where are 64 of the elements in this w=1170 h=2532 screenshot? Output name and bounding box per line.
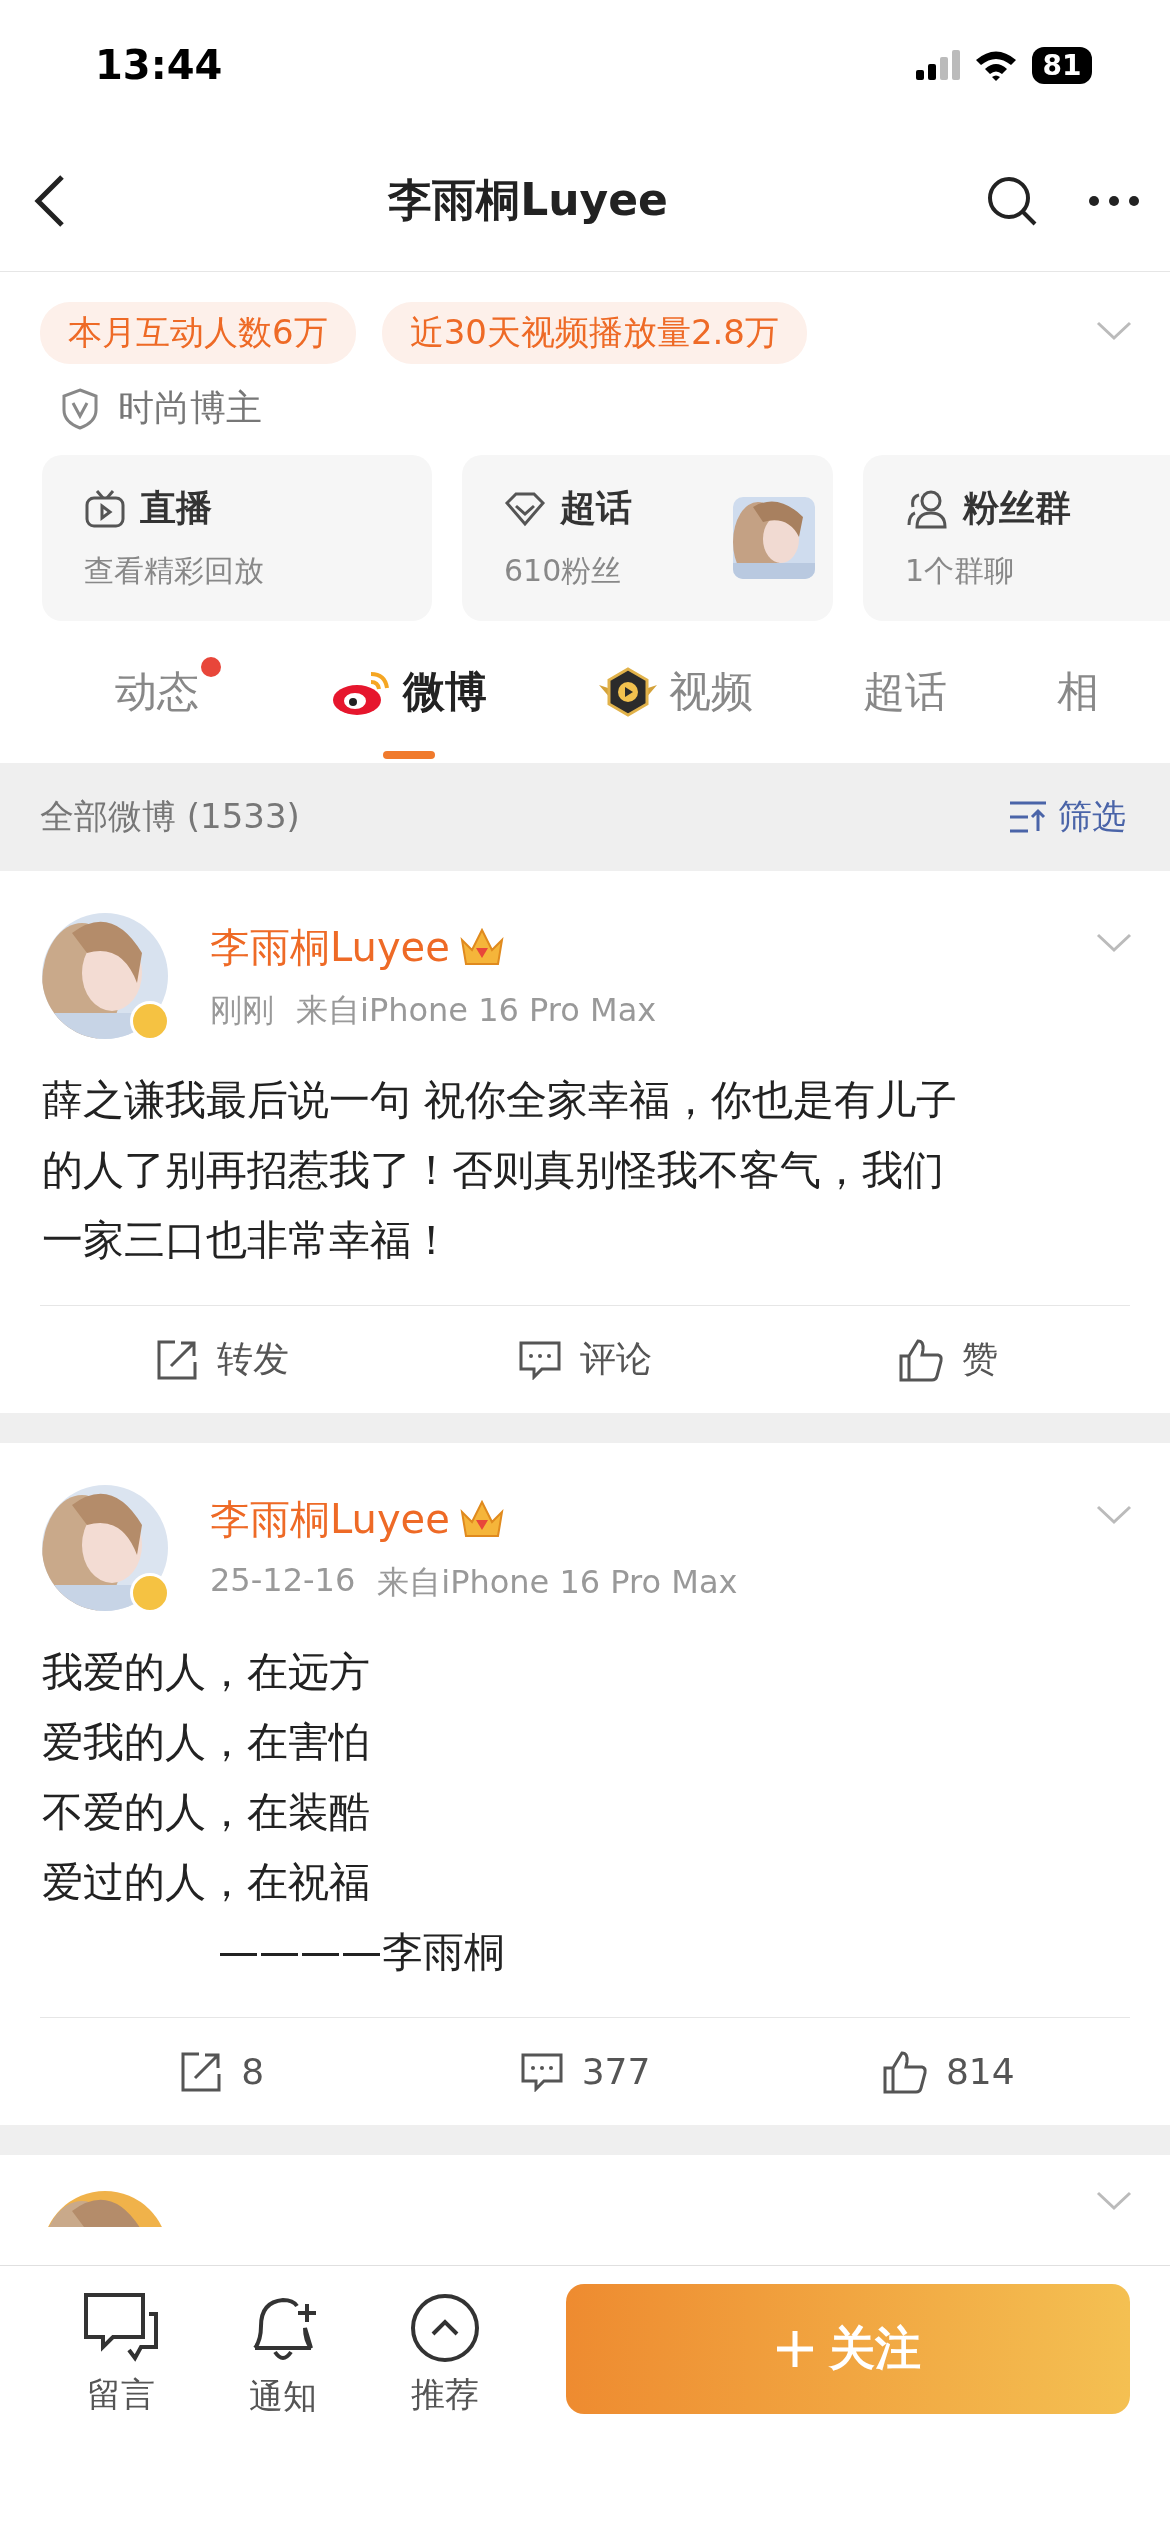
post-time: 25-12-16	[210, 1560, 356, 1601]
bottom-action-button[interactable]: 推荐	[364, 2284, 526, 2418]
thumbs-up-icon	[898, 1337, 945, 1382]
post-action-button[interactable]: 8	[40, 2018, 404, 2125]
battery-level: 81	[1032, 46, 1092, 84]
profile-tab[interactable]: 动态	[115, 621, 221, 763]
post-text: 爱我的人，在害怕	[42, 1717, 370, 1768]
card-subtitle: 610粉丝	[504, 552, 623, 590]
feature-card[interactable]: 粉丝群 1个群聊	[863, 455, 1170, 621]
feature-card[interactable]: 直播 查看精彩回放	[42, 455, 432, 621]
search-icon[interactable]	[986, 174, 1038, 227]
profile-tab[interactable]: 微博	[331, 621, 487, 763]
post-text: 我爱的人，在远方	[42, 1647, 370, 1698]
video-badge-icon	[597, 667, 659, 717]
post-action-button[interactable]: 赞	[766, 1306, 1130, 1413]
bottom-action-button[interactable]: 通知	[202, 2284, 364, 2420]
card-subtitle: 1个群聊	[905, 552, 1016, 590]
chevron-down-icon[interactable]	[1096, 933, 1132, 953]
profile-tab[interactable]: 超话	[863, 621, 947, 763]
post-action-button[interactable]: 评论	[403, 1306, 767, 1413]
thumbs-up-icon	[881, 2049, 928, 2094]
chevron-down-icon[interactable]	[1096, 2191, 1132, 2211]
post-action-button[interactable]: 转发	[40, 1306, 404, 1413]
stat-tag: 本月互动人数6万	[40, 302, 356, 364]
feature-card[interactable]: 超话 610粉丝	[462, 455, 833, 621]
stat-tag: 近30天视频播放量2.8万	[381, 302, 807, 364]
post-text: ————李雨桐	[217, 1927, 505, 1978]
tv-icon	[84, 487, 126, 530]
post-text: 不爱的人，在装酷	[42, 1787, 370, 1838]
card-subtitle: 查看精彩回放	[84, 552, 264, 590]
post-text: 爱过的人，在祝福	[42, 1857, 370, 1908]
more-icon[interactable]	[1088, 194, 1140, 207]
chevron-down-icon[interactable]	[1096, 1505, 1132, 1525]
card-title: 直播	[140, 486, 212, 530]
people-icon	[905, 488, 949, 529]
signal-icon	[916, 50, 960, 80]
post-text: 一家三口也非常幸福！	[42, 1215, 452, 1266]
post-source: 来自iPhone 16 Pro Max	[377, 1561, 738, 1603]
profile-tab[interactable]: 相	[1057, 621, 1099, 763]
post-text: 的人了别再招惹我了！否则真别怪我不客气，我们	[42, 1145, 944, 1196]
diamond-icon	[504, 490, 546, 527]
profile-title: 李雨桐Luyee	[388, 173, 668, 227]
comment-icon	[519, 2051, 564, 2092]
card-title: 粉丝群	[963, 486, 1071, 530]
plus-icon	[775, 2329, 815, 2369]
profile-tab[interactable]: 视频	[597, 621, 753, 763]
wifi-icon	[974, 49, 1018, 81]
chevron-down-icon[interactable]	[1096, 321, 1132, 341]
bottom-action-button[interactable]: 留言	[40, 2284, 202, 2418]
category-label: 时尚博主	[118, 386, 262, 430]
shield-v-icon	[62, 387, 98, 430]
post-action-button[interactable]: 377	[403, 2018, 767, 2125]
status-time: 13:44	[95, 42, 223, 88]
post-text: 薛之谦我最后说一句 祝你全家幸福，你也是有儿子	[42, 1075, 958, 1126]
card-title: 超话	[560, 486, 632, 530]
post-count-label: 全部微博 (1533)	[40, 795, 300, 838]
up-circle-icon	[409, 2292, 481, 2364]
chat-icon	[83, 2292, 159, 2364]
sort-icon	[1008, 800, 1048, 834]
post-action-button[interactable]: 814	[766, 2018, 1130, 2125]
post-time: 刚刚	[210, 989, 274, 1031]
filter-button[interactable]: 筛选	[1008, 794, 1126, 840]
post-source: 来自iPhone 16 Pro Max	[296, 989, 657, 1031]
comment-icon	[518, 1339, 562, 1380]
